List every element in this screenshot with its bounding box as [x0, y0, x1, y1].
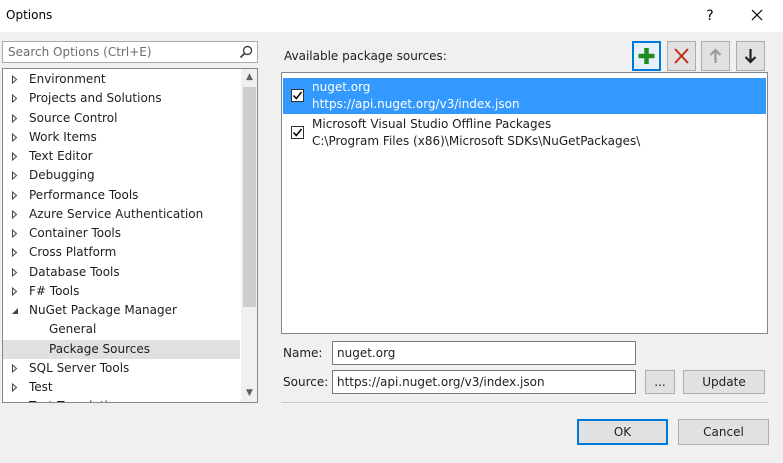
collapsed-arrow-icon[interactable] [10, 397, 20, 403]
package-source-row[interactable]: nuget.org https://api.nuget.org/v3/index… [283, 78, 766, 114]
tree-item[interactable]: Cross Platform [3, 243, 240, 262]
tree-item-label: Debugging [29, 168, 95, 183]
collapsed-arrow-icon[interactable] [10, 89, 20, 108]
tree-item[interactable]: Performance Tools [3, 186, 240, 205]
options-tree[interactable]: Environment Projects and Solutions Source … [2, 68, 258, 403]
tree-item[interactable]: F# Tools [3, 282, 240, 301]
tree-item[interactable]: General [3, 320, 240, 339]
move-up-button[interactable] [701, 41, 730, 71]
search-placeholder: Search Options (Ctrl+E) [8, 45, 152, 59]
add-source-button[interactable] [632, 41, 661, 71]
tree-item[interactable]: NuGet Package Manager [3, 301, 240, 320]
tree-item[interactable]: Text Templating [3, 397, 240, 403]
collapsed-arrow-icon[interactable] [10, 243, 20, 262]
search-icon [239, 45, 253, 59]
collapsed-arrow-icon[interactable] [10, 166, 20, 185]
scroll-down-icon[interactable]: ▼ [241, 385, 257, 402]
plus-icon [638, 48, 655, 64]
tree-item-label: Environment [29, 72, 106, 86]
collapsed-arrow-icon[interactable] [10, 205, 20, 224]
tree-item[interactable]: Environment [3, 70, 240, 89]
tree-item-label: General [49, 322, 97, 337]
title-bar: Options ? [0, 0, 783, 32]
name-label: Name: [283, 346, 323, 360]
scroll-up-icon[interactable]: ▲ [241, 69, 257, 86]
tree-item[interactable]: Source Control [3, 109, 240, 128]
collapsed-arrow-icon[interactable] [10, 70, 20, 89]
tree-item-label: Package Sources [49, 341, 151, 356]
source-field[interactable]: https://api.nuget.org/v3/index.json [332, 370, 636, 394]
tree-item[interactable]: Azure Service Authentication [3, 205, 240, 224]
browse-button[interactable]: ... [645, 370, 675, 394]
collapsed-arrow-icon[interactable] [10, 186, 20, 205]
collapsed-arrow-icon[interactable] [10, 359, 20, 378]
scrollbar-thumb[interactable] [243, 87, 256, 307]
source-url: https://api.nuget.org/v3/index.json [312, 97, 520, 111]
move-down-button[interactable] [736, 41, 765, 71]
x-icon [674, 48, 689, 64]
tree-item[interactable]: Projects and Solutions [3, 89, 240, 108]
search-input[interactable]: Search Options (Ctrl+E) [2, 41, 258, 63]
arrow-down-icon [744, 49, 757, 64]
remove-source-button[interactable] [667, 41, 696, 71]
collapsed-arrow-icon[interactable] [10, 128, 20, 147]
close-icon [751, 9, 763, 21]
package-sources-list[interactable]: nuget.org https://api.nuget.org/v3/index… [281, 72, 768, 334]
tree-item-label: NuGet Package Manager [29, 303, 177, 317]
tree-item[interactable]: Database Tools [3, 263, 240, 282]
tree-item-label: Database Tools [29, 264, 120, 279]
update-button[interactable]: Update [683, 370, 765, 394]
expanded-arrow-icon[interactable] [10, 301, 20, 320]
checkmark-icon [292, 128, 303, 137]
arrow-up-icon [709, 48, 722, 63]
checkmark-icon [292, 91, 303, 100]
tree-item-label: Text Editor [29, 149, 93, 163]
tree-item-label: F# Tools [29, 283, 80, 298]
tree-item[interactable]: Package Sources [3, 339, 240, 359]
tree-item-label: Source Control [29, 110, 118, 125]
tree-item-label: Test [29, 380, 53, 394]
tree-item-label: Work Items [29, 129, 97, 144]
collapsed-arrow-icon[interactable] [10, 263, 20, 282]
close-button[interactable] [742, 3, 772, 29]
tree-item[interactable]: Test [3, 378, 240, 397]
tree-item-label: Performance Tools [29, 187, 139, 202]
tree-item-label: Projects and Solutions [29, 91, 162, 106]
collapsed-arrow-icon[interactable] [10, 109, 20, 128]
source-enabled-checkbox[interactable] [291, 89, 304, 102]
tree-item[interactable]: SQL Server Tools [3, 359, 240, 378]
cancel-button[interactable]: Cancel [678, 419, 769, 445]
divider [281, 402, 768, 403]
collapsed-arrow-icon[interactable] [10, 378, 20, 397]
collapsed-arrow-icon[interactable] [10, 282, 20, 301]
tree-item[interactable]: Container Tools [3, 224, 240, 243]
tree-item[interactable]: Debugging [3, 166, 240, 185]
window-title: Options [6, 8, 53, 22]
tree-item[interactable]: Text Editor [3, 147, 240, 166]
source-enabled-checkbox[interactable] [291, 126, 304, 139]
collapsed-arrow-icon[interactable] [10, 224, 20, 243]
tree-item-label: Container Tools [29, 226, 122, 240]
tree-item-label: SQL Server Tools [29, 360, 130, 375]
name-field[interactable]: nuget.org [332, 341, 636, 365]
source-label: Source: [283, 375, 329, 389]
package-source-row[interactable]: Microsoft Visual Studio Offline Packages… [283, 115, 766, 151]
tree-scrollbar[interactable]: ▲ ▼ [241, 69, 257, 402]
source-url: C:\Program Files (x86)\Microsoft SDKs\Nu… [312, 134, 641, 148]
tree-item-label: Text Templating [29, 397, 123, 402]
help-button[interactable]: ? [696, 3, 724, 29]
tree-item-label: Azure Service Authentication [29, 206, 204, 221]
ok-button[interactable]: OK [577, 419, 668, 445]
collapsed-arrow-icon[interactable] [10, 147, 20, 166]
source-name: nuget.org [312, 80, 371, 94]
available-sources-label: Available package sources: [284, 49, 447, 63]
source-name: Microsoft Visual Studio Offline Packages [312, 117, 552, 131]
tree-item-label: Cross Platform [29, 245, 117, 260]
tree-item[interactable]: Work Items [3, 128, 240, 147]
